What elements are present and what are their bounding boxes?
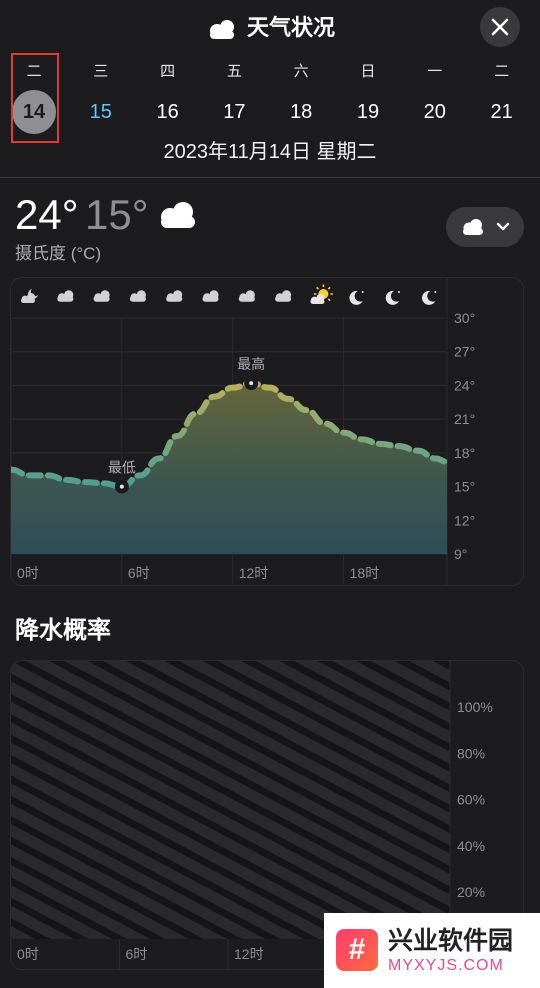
day-number: 15: [89, 101, 112, 123]
temperature-chart: 30° 27° 24° 21° 18° 15° 12° 9° 0时 6时 12时 18时 最低 最高: [11, 278, 475, 585]
x-tick-label: 0时: [17, 946, 39, 962]
cloud-icon: [57, 290, 74, 302]
close-button[interactable]: [480, 7, 520, 47]
weekday-label: 三: [93, 63, 109, 80]
cloud-icon: [209, 20, 234, 40]
x-tick-label: 6时: [128, 565, 150, 581]
annotation-label: 最高: [237, 356, 265, 372]
cloud-icon: [275, 290, 292, 302]
cloud-icon: [202, 290, 219, 302]
moon-icon: [422, 290, 437, 305]
y-tick-label: 9°: [454, 546, 467, 562]
y-tick-label: 12°: [454, 512, 475, 528]
week-selector: 二 14 三 15 四 16 五 17 六 18 日 19 一 20 二 21: [0, 62, 540, 134]
high-temperature: 24°: [15, 191, 79, 238]
day-number: 16: [156, 101, 179, 123]
y-tick-label: 15°: [454, 479, 475, 495]
watermark-url: MYXYJS.COM: [388, 957, 504, 974]
day-6[interactable]: 一 20: [405, 62, 465, 134]
annotation-label: 最低: [108, 460, 136, 476]
day-number: 18: [290, 101, 313, 123]
cloud-icon: [166, 290, 183, 302]
cloud-icon: [93, 290, 110, 302]
partly-cloudy-night-icon: [21, 289, 38, 303]
header: 天气状况: [0, 12, 540, 44]
day-3[interactable]: 五 17: [204, 62, 264, 134]
condition-cloud-icon: [161, 202, 195, 228]
selected-date: 2023年11月14日 星期二: [163, 141, 377, 163]
weekday-label: 日: [360, 63, 376, 80]
y-tick-label: 20%: [457, 884, 485, 900]
weekday-label: 一: [427, 63, 443, 80]
x-tick-label: 0时: [17, 565, 39, 581]
moon-icon: [385, 290, 400, 305]
y-tick-label: 24°: [454, 377, 475, 393]
selected-day-highlight: [11, 53, 59, 143]
x-tick-label: 12时: [234, 946, 264, 962]
divider: [0, 177, 540, 178]
condition-selector-button[interactable]: [446, 207, 524, 247]
temperature-chart-card: 30° 27° 24° 21° 18° 15° 12° 9° 0时 6时 12时 18时 最低 最高: [10, 277, 524, 586]
close-icon: [491, 18, 509, 36]
low-temperature: 15°: [85, 191, 149, 238]
day-1[interactable]: 三 15: [71, 62, 131, 134]
weekday-label: 五: [226, 63, 242, 80]
partly-sunny-icon: [310, 284, 333, 304]
y-tick-label: 80%: [457, 745, 485, 761]
unit-label: 摄氏度 (°C): [15, 244, 102, 263]
y-tick-label: 60%: [457, 792, 485, 808]
chevron-down-icon: [496, 222, 510, 231]
watermark: # 兴业软件园 MYXYJS.COM: [324, 913, 540, 988]
day-4[interactable]: 六 18: [271, 62, 331, 134]
cloud-icon: [463, 219, 483, 235]
weekday-label: 二: [494, 63, 510, 80]
day-number: 21: [490, 101, 513, 123]
x-tick-label: 6时: [126, 946, 148, 962]
weekday-label: 六: [293, 63, 309, 80]
y-tick-label: 30°: [454, 310, 475, 326]
temperature-area: [11, 383, 447, 554]
y-tick-label: 40%: [457, 838, 485, 854]
day-7[interactable]: 二 21: [472, 62, 532, 134]
watermark-text: 兴业软件园: [388, 927, 514, 955]
x-tick-label: 18时: [350, 565, 380, 581]
day-number: 17: [223, 101, 246, 123]
cloud-icon: [129, 290, 146, 302]
no-data-hatch: [11, 661, 450, 939]
y-tick-label: 27°: [454, 344, 475, 360]
cloud-icon: [238, 290, 255, 302]
watermark-logo: #: [336, 929, 378, 971]
y-tick-label: 18°: [454, 445, 475, 461]
y-tick-label: 100%: [457, 699, 493, 715]
day-number: 20: [423, 101, 446, 123]
annotation-dot: [249, 381, 254, 386]
day-2[interactable]: 四 16: [138, 62, 198, 134]
day-5[interactable]: 日 19: [338, 62, 398, 134]
x-tick-label: 12时: [239, 565, 269, 581]
moon-icon: [349, 290, 364, 305]
annotation-dot: [119, 484, 124, 489]
page-title: 天气状况: [246, 15, 335, 40]
day-number: 19: [356, 101, 380, 123]
weekday-label: 四: [160, 63, 176, 80]
precipitation-title: 降水概率: [15, 617, 111, 644]
y-tick-label: 21°: [454, 411, 475, 427]
